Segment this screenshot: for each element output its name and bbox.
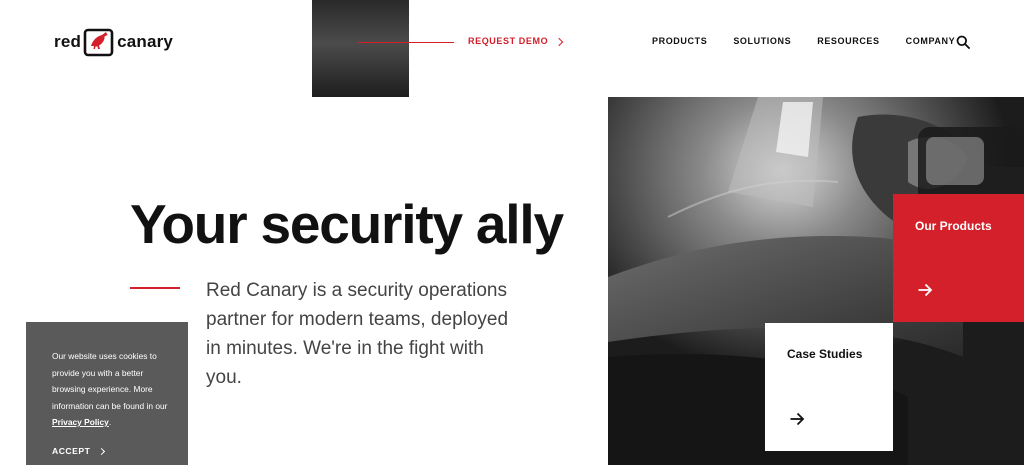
- case-studies-card[interactable]: Case Studies: [765, 323, 893, 451]
- canary-logo-icon: [83, 28, 114, 57]
- nav-products[interactable]: PRODUCTS: [652, 36, 707, 46]
- logo-word-red: red: [54, 32, 82, 51]
- privacy-policy-link[interactable]: Privacy Policy: [52, 417, 109, 427]
- our-products-label: Our Products: [915, 219, 992, 233]
- case-studies-label: Case Studies: [787, 347, 863, 361]
- cookie-message: Our website uses cookies to provide you …: [52, 348, 168, 431]
- hero-description: Red Canary is a security operations part…: [206, 280, 509, 388]
- nav-solutions[interactable]: SOLUTIONS: [733, 36, 791, 46]
- cookie-message-text: Our website uses cookies to provide you …: [52, 351, 168, 411]
- request-demo-label: REQUEST DEMO: [468, 36, 549, 46]
- cookie-message-end: .: [108, 417, 112, 427]
- nav-resources[interactable]: RESOURCES: [817, 36, 879, 46]
- request-demo-link[interactable]: REQUEST DEMO: [468, 36, 564, 46]
- main-nav: PRODUCTS SOLUTIONS RESOURCES COMPANY: [652, 36, 955, 46]
- arrow-right-icon: [918, 283, 933, 297]
- hero-accent-line: [130, 287, 180, 289]
- our-products-card[interactable]: Our Products: [893, 194, 1024, 322]
- logo-word-canary: canary: [117, 32, 174, 51]
- search-icon[interactable]: [956, 35, 970, 49]
- arrow-right-icon: [790, 412, 805, 426]
- logo[interactable]: red canary: [54, 25, 174, 59]
- demo-divider: [358, 42, 454, 43]
- cookie-accept-label: ACCEPT: [52, 446, 91, 456]
- chevron-right-icon: [554, 37, 564, 46]
- nav-company[interactable]: COMPANY: [906, 36, 956, 46]
- header-image: [312, 0, 409, 97]
- hero-title: Your security ally: [130, 193, 564, 255]
- chevron-right-icon: [98, 447, 106, 455]
- cookie-accept-button[interactable]: ACCEPT: [52, 446, 106, 456]
- cookie-banner: Our website uses cookies to provide you …: [26, 322, 188, 465]
